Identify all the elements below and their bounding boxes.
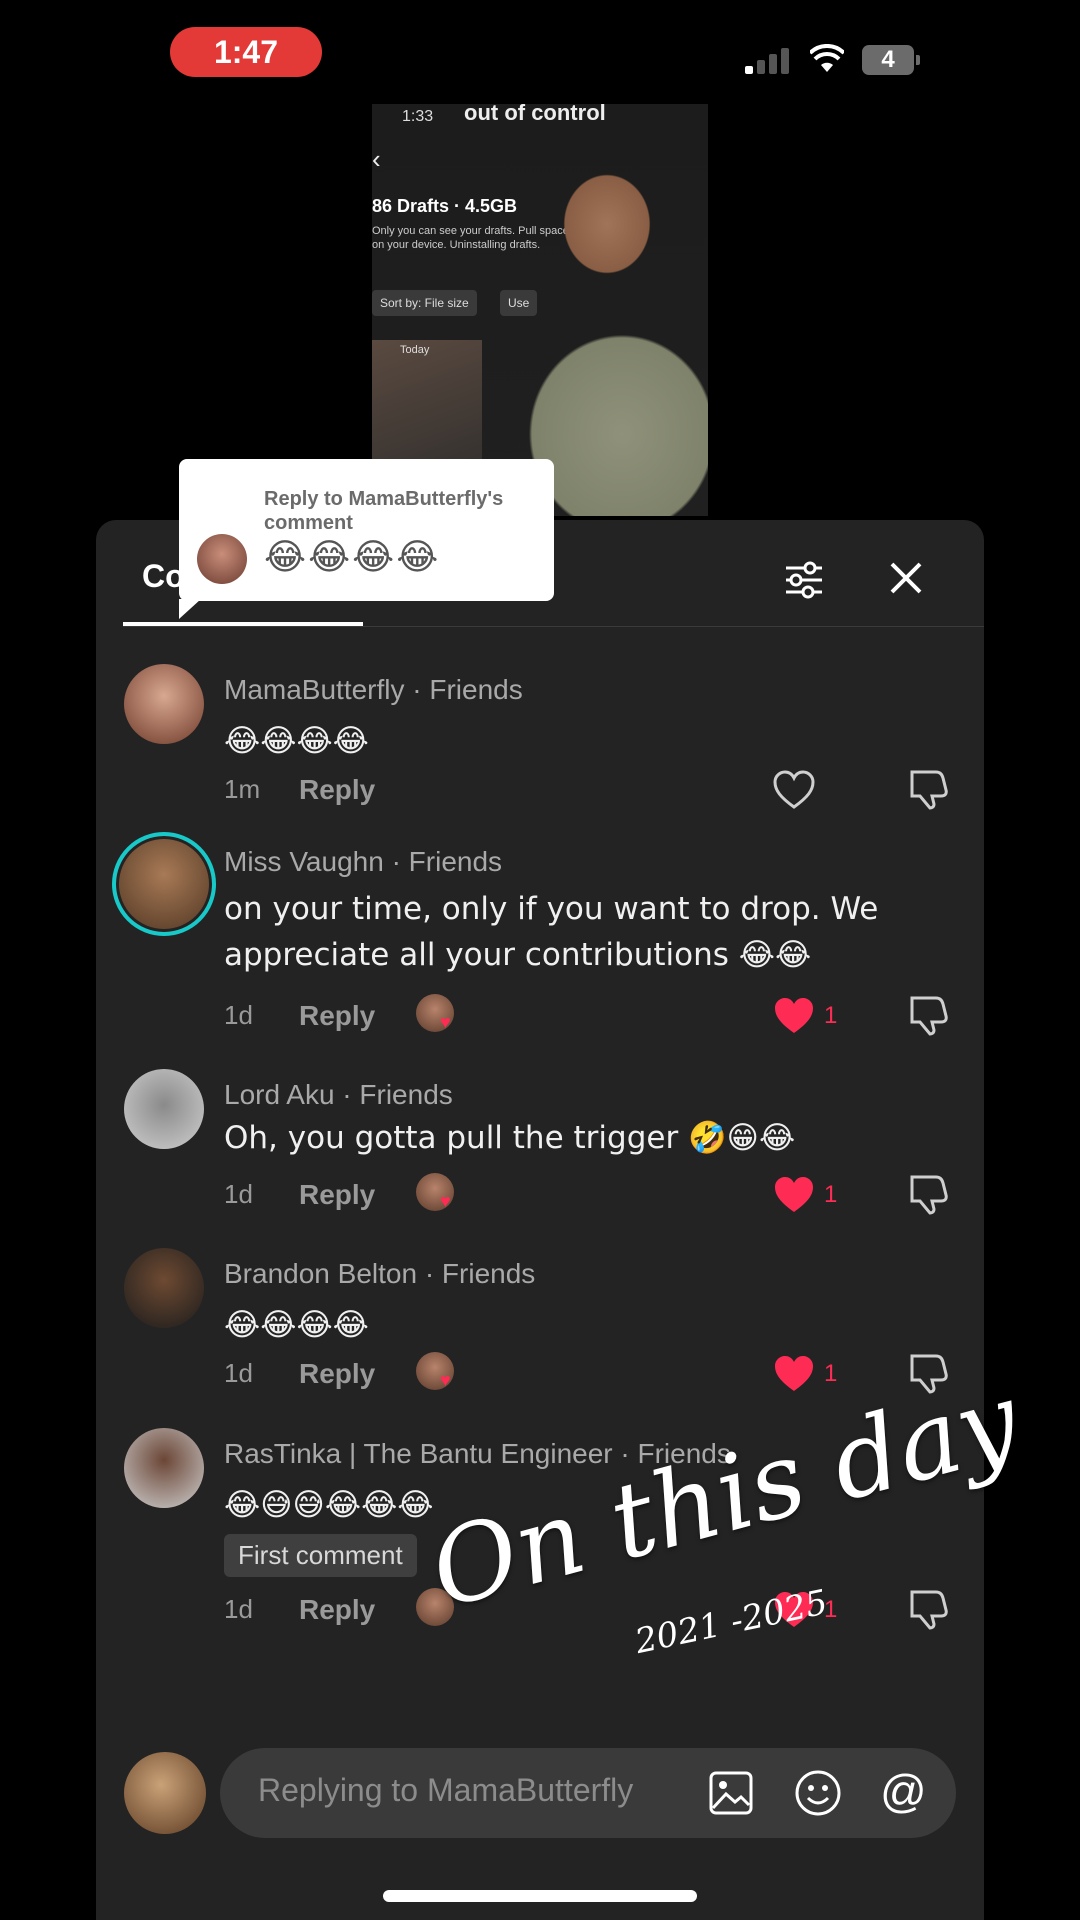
comment-input-placeholder[interactable]: Replying to MamaButterfly [258,1772,633,1809]
video-inner-time: 1:33 [402,108,434,125]
dislike-icon[interactable] [906,994,948,1036]
drafts-title: 86 Drafts · 4.5GB [372,196,518,216]
emoji-icon[interactable] [793,1768,843,1818]
heart-icon: ♥ [440,1191,451,1211]
comment-time: 1d [224,1000,253,1030]
avatar[interactable] [124,1428,204,1508]
avatar[interactable] [124,1069,204,1149]
heart-icon[interactable] [772,770,816,810]
comment-text: on your time, only if you want to drop. … [224,891,879,973]
comment-time: 1d [224,1358,253,1388]
like-count: 1 [824,1181,838,1208]
heart-icon: ♥ [440,1370,451,1390]
battery-icon: 4 [862,45,920,75]
back-icon: ‹ [372,144,381,174]
draft-thumbnail-label: Today [400,344,430,356]
dislike-icon[interactable] [906,1588,948,1630]
heart-icon[interactable] [772,1175,816,1215]
reply-tooltip[interactable]: Reply to MamaButterfly's comment 😂😂😂😂 [179,459,554,619]
at-icon[interactable]: @ [880,1764,927,1818]
close-icon[interactable] [886,558,926,598]
reply-button[interactable]: Reply [299,1358,375,1390]
first-comment-badge: First comment [224,1534,417,1577]
comment-text: Oh, you gotta pull the trigger 🤣😁😂 [224,1120,796,1156]
reply-button[interactable]: Reply [299,774,375,806]
sort-chip: Sort by: File size [372,290,477,316]
video-preview[interactable]: 1:33 out of control ‹ 86 Drafts · 4.5GB … [372,104,708,516]
reply-button[interactable]: Reply [299,1000,375,1032]
signal-icon [745,48,791,74]
comments-panel: Co MamaButterfly · Friends 😂😂😂😂 1m Reply… [96,520,984,1920]
comment-input[interactable]: Replying to MamaButterfly @ [220,1748,956,1838]
divider [123,626,984,627]
like-count: 1 [824,1360,838,1387]
wifi-icon [810,44,844,72]
comment-text: 😂😂😂😂 [224,723,369,759]
dislike-icon[interactable] [906,1173,948,1215]
comment-time: 1m [224,774,261,804]
comment-time: 1d [224,1594,253,1624]
heart-icon: ♥ [440,1012,451,1032]
avatar[interactable] [112,832,216,936]
avatar [197,534,247,584]
reply-tooltip-title: Reply to MamaButterfly's comment [264,488,504,534]
reply-button[interactable]: Reply [299,1179,375,1211]
filter-icon[interactable] [782,556,826,600]
comment-text: 😂😂😂😂 [224,1307,369,1343]
comment-author[interactable]: Brandon Belton · Friends [224,1258,535,1290]
video-person [512,104,708,516]
comment-author[interactable]: MamaButterfly · Friends [224,674,523,706]
dislike-icon[interactable] [906,768,948,810]
home-indicator[interactable] [383,1890,697,1902]
avatar [124,1752,206,1834]
comment-time: 1d [224,1179,253,1209]
heart-icon[interactable] [772,996,816,1036]
reply-button[interactable]: Reply [299,1594,375,1626]
heart-icon[interactable] [772,1354,816,1394]
like-count: 1 [824,1002,838,1029]
comment-author[interactable]: Lord Aku · Friends [224,1079,453,1111]
image-icon[interactable] [708,1770,754,1816]
avatar[interactable] [124,1248,204,1328]
comment-author[interactable]: Miss Vaughn · Friends [224,846,502,878]
status-time: 1:47 [170,27,322,77]
reply-tooltip-text: 😂😂😂😂 [264,537,441,578]
avatar[interactable] [124,664,204,744]
